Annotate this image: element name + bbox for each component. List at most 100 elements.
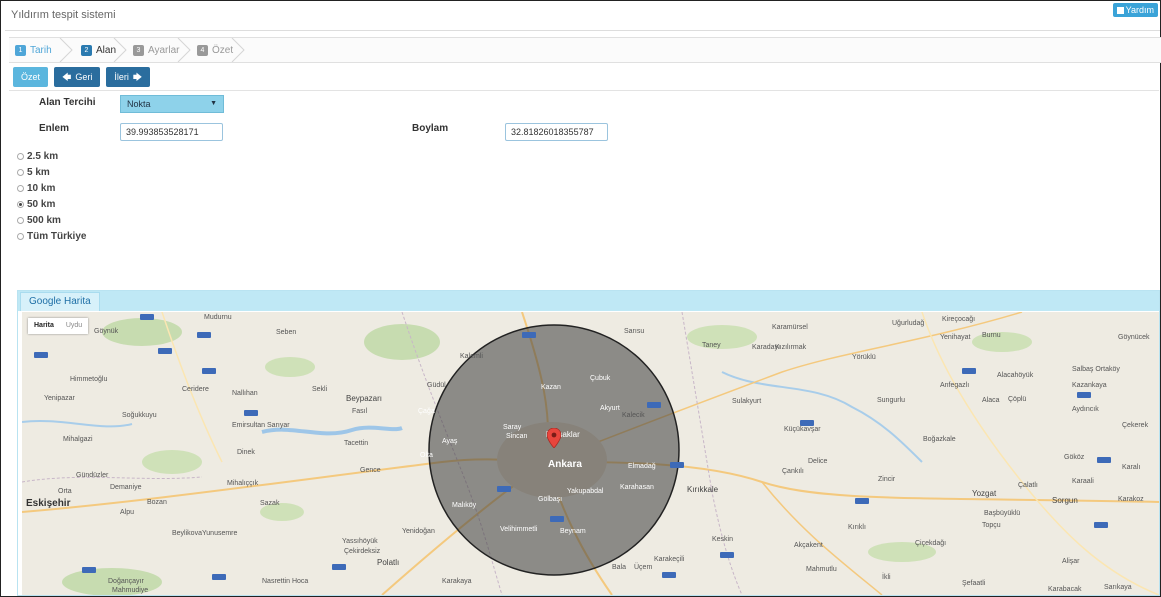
tab-google-map[interactable]: Google Harita: [20, 292, 100, 311]
lat-label: Enlem: [39, 123, 70, 134]
place-label: Yenihayat: [940, 334, 971, 341]
place-label: Mahmudiye: [112, 587, 149, 594]
lon-value: 32.81826018355787: [511, 127, 594, 137]
road-badge: [140, 314, 154, 320]
road-badge: [647, 402, 661, 408]
place-label: Yenidoğan: [402, 528, 435, 535]
place-label: Topçu: [982, 522, 1001, 529]
area-pref-value: Nokta: [127, 99, 151, 109]
place-label: Nallıhan: [232, 390, 258, 397]
road-badge: [550, 516, 564, 522]
next-button[interactable]: İleri 🡆: [106, 67, 151, 87]
place-label: Sarısu: [624, 328, 645, 335]
place-label: Küçükavşar: [784, 426, 821, 433]
road-badge: [244, 410, 258, 416]
place-label: Mudurnu: [204, 314, 232, 321]
wizard-step-settings[interactable]: 3 Ayarlar: [127, 38, 180, 62]
place-label: Çağa: [418, 408, 435, 415]
place-label: Güdül: [427, 382, 446, 389]
place-label: Çöplü: [1008, 396, 1027, 403]
place-label: Malıköy: [452, 502, 477, 509]
area-pref-label: Alan Tercihi: [39, 97, 96, 108]
radio-button[interactable]: [17, 217, 24, 224]
place-label: Sarıkaya: [1104, 584, 1132, 591]
road-badge: [212, 574, 226, 580]
radius-option-all-turkey[interactable]: Tüm Türkiye: [17, 231, 86, 242]
place-label: Burnu: [982, 332, 1001, 339]
wizard-step-area[interactable]: 2 Alan: [75, 38, 116, 62]
place-label: Alişar: [1062, 558, 1080, 565]
place-label: Yenipazar: [44, 395, 75, 402]
place-label: Boğazkale: [923, 436, 956, 443]
radio-button[interactable]: [17, 233, 24, 240]
lat-input[interactable]: 39.993853528171: [120, 123, 223, 141]
place-label: Göynücek: [1118, 334, 1150, 341]
lon-label: Boylam: [412, 123, 449, 134]
map-type-control: Harita Uydu: [28, 318, 89, 334]
radio-button[interactable]: [17, 185, 24, 192]
place-label: Sazak: [260, 500, 280, 507]
map-canvas: [22, 312, 1159, 595]
place-label: Mihalıççık: [227, 480, 259, 487]
radius-option-2-5km[interactable]: 2.5 km: [17, 151, 58, 162]
place-label: Yassıhöyük: [342, 538, 378, 545]
place-label: Sulakyurt: [732, 398, 762, 405]
place-label: Alaca: [982, 397, 1000, 404]
step-number: 4: [197, 44, 208, 56]
road-badge: [158, 348, 172, 354]
caret-down-icon: ▼: [210, 100, 217, 107]
radius-option-500km[interactable]: 500 km: [17, 215, 61, 226]
road-badge: [1094, 522, 1108, 528]
road-badge: [962, 368, 976, 374]
place-label: Çubuk: [590, 375, 611, 382]
radio-button[interactable]: [17, 169, 24, 176]
road-badge: [82, 567, 96, 573]
chevron-right-icon: [113, 38, 127, 62]
help-button[interactable]: Yardım: [1112, 3, 1158, 17]
radius-option-5km[interactable]: 5 km: [17, 167, 50, 178]
place-label: Alacahöyük: [997, 372, 1034, 379]
area-pref-select[interactable]: Nokta ▼: [120, 95, 224, 113]
tab-bar: [18, 291, 1159, 311]
place-label: Yunusemre: [202, 530, 238, 537]
place-label: Akçakent: [794, 542, 823, 549]
place-label: Kazankaya: [1072, 382, 1107, 389]
place-label: Demaniye: [110, 484, 142, 491]
wizard-step-summary[interactable]: 4 Özet: [191, 38, 233, 62]
place-label: Karadayı: [752, 344, 781, 351]
place-label: Üçem: [634, 564, 653, 571]
google-map[interactable]: Harita Uydu Ankara Eskişehir Kırıkkale Y…: [22, 312, 1159, 595]
place-label: Kireçocağı: [942, 316, 976, 323]
road-badge: [855, 498, 869, 504]
place-label: Anfegazlı: [940, 382, 970, 389]
place-label: Karakeçili: [654, 556, 685, 563]
place-label: Polatlı: [377, 558, 400, 567]
back-label: Geri: [75, 72, 93, 82]
summary-button[interactable]: Özet: [13, 67, 49, 87]
map-type-map[interactable]: Harita: [28, 318, 60, 334]
place-label: Kalecik: [622, 412, 645, 419]
radius-option-10km[interactable]: 10 km: [17, 183, 55, 194]
map-type-satellite[interactable]: Uydu: [60, 318, 88, 334]
radius-option-50km[interactable]: 50 km: [17, 199, 55, 210]
wizard-step-date[interactable]: 1 Tarih: [9, 38, 52, 62]
back-button[interactable]: 🡄 Geri: [54, 67, 101, 87]
radius-label: 2.5 km: [27, 151, 59, 162]
radio-button-selected[interactable]: [17, 201, 24, 208]
place-label: Çalatlı: [1018, 482, 1038, 489]
place-label: Nasrettin Hoca: [262, 578, 309, 585]
place-label: Gündüzler: [76, 472, 109, 479]
lon-input[interactable]: 32.81826018355787: [505, 123, 608, 141]
place-label: Karalı: [1122, 464, 1141, 471]
chevron-right-icon: [231, 38, 245, 62]
map-pin-icon[interactable]: [547, 428, 561, 448]
road-badge: [332, 564, 346, 570]
place-label: Karabacak: [1048, 586, 1082, 593]
place-label: Sorgun: [1052, 496, 1078, 505]
radio-button[interactable]: [17, 153, 24, 160]
place-label: Çankılı: [782, 468, 804, 475]
place-label: Saray: [503, 424, 522, 431]
radius-label: 5 km: [27, 167, 50, 178]
app-window: Yıldırım tespit sistemi Yardım 1 Tarih 2A…: [0, 0, 1161, 597]
road-badge: [720, 552, 734, 558]
